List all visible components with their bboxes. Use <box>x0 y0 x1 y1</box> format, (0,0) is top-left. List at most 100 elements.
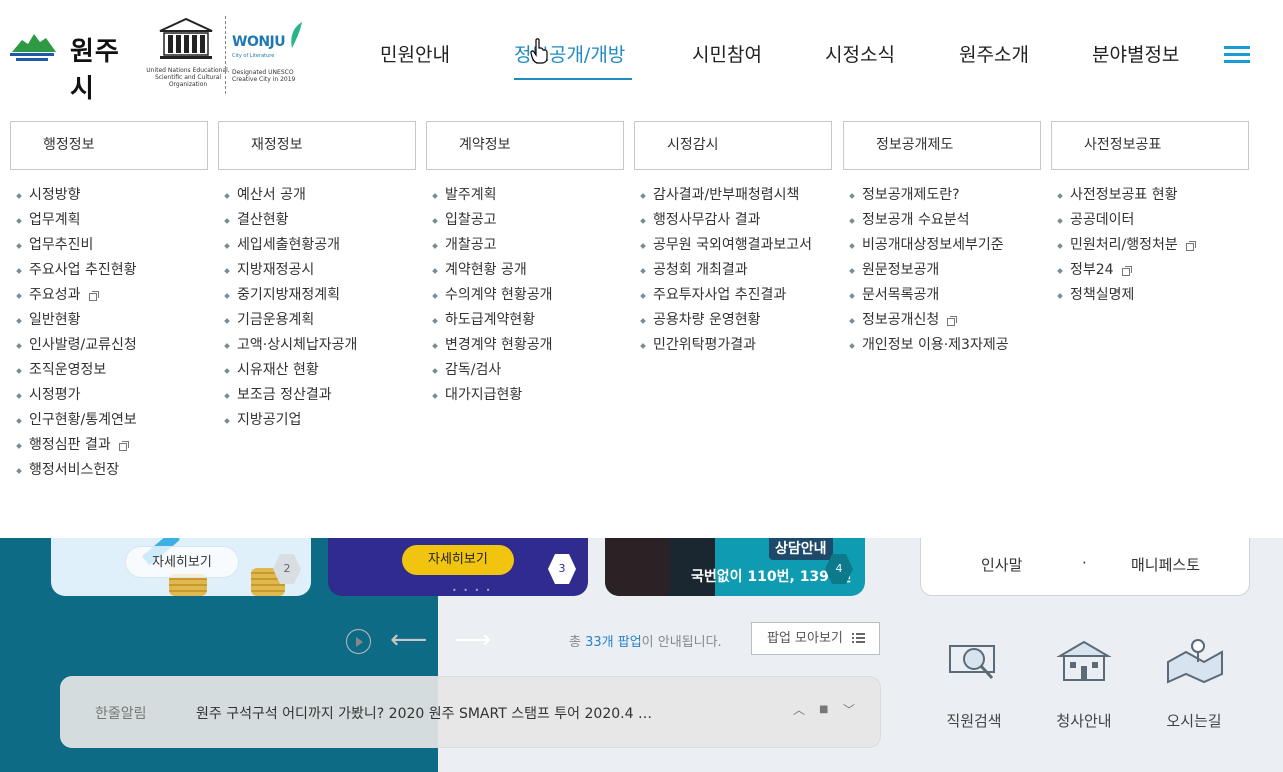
menu-item[interactable]: 주요투자사업 추진결과 <box>640 287 832 312</box>
menu-column-title[interactable]: 재정정보 <box>218 121 416 170</box>
menu-item[interactable]: 중기지방재정계획 <box>224 287 416 312</box>
menu-item[interactable]: 지방공기업 <box>224 412 416 437</box>
menu-item-label: 보조금 정산결과 <box>237 387 332 403</box>
menu-item[interactable]: 문서목록공개 <box>849 287 1041 312</box>
menu-column-title[interactable]: 정보공개제도 <box>843 121 1041 170</box>
next-arrow-icon[interactable]: ⟶ <box>454 626 491 654</box>
menu-item-label: 행정서비스헌장 <box>29 462 120 478</box>
chevron-up-icon[interactable]: ︿ <box>793 701 805 718</box>
menu-item[interactable]: 원문정보공개 <box>849 262 1041 287</box>
menu-item[interactable]: 공청회 개최결과 <box>640 262 832 287</box>
menu-item[interactable]: 공공데이터 <box>1057 212 1249 237</box>
menu-item[interactable]: 감사결과/반부패청렴시책 <box>640 187 832 212</box>
manifesto-link[interactable]: 매니페스토 <box>1131 554 1200 575</box>
menu-item-label: 정부24 <box>1070 262 1114 278</box>
active-nav-underline <box>514 78 632 80</box>
menu-item[interactable]: 개찰공고 <box>432 237 624 262</box>
menu-column-title[interactable]: 시정감시 <box>634 121 832 170</box>
map-pin-icon <box>1167 639 1223 684</box>
menu-column-title[interactable]: 사전정보공표 <box>1051 121 1249 170</box>
menu-item[interactable]: 기금운용계획 <box>224 312 416 337</box>
menu-item[interactable]: 계약현황 공개 <box>432 262 624 287</box>
menu-item[interactable]: 민간위탁평가결과 <box>640 337 832 362</box>
menu-item-label: 업무추진비 <box>29 237 94 253</box>
quick-link-directions[interactable]: 오시는길 <box>1149 636 1239 731</box>
slider-controls: ⟵ ⟶ <box>346 626 506 656</box>
quick-link-city-hall[interactable]: 청사안내 <box>1039 636 1129 731</box>
menu-item[interactable]: 고액·상시체납자공개 <box>224 337 416 362</box>
stop-icon[interactable]: ■ <box>819 704 828 715</box>
menu-item-label: 시유재산 현황 <box>237 362 319 378</box>
menu-item[interactable]: 행정사무감사 결과 <box>640 212 832 237</box>
menu-item-label: 정책실명제 <box>1070 287 1135 303</box>
menu-item[interactable]: 정보공개제도란? <box>849 187 1041 212</box>
menu-item[interactable]: 감독/검사 <box>432 362 624 387</box>
menu-item[interactable]: 지방재정공시 <box>224 262 416 287</box>
menu-item[interactable]: 예산서 공개 <box>224 187 416 212</box>
menu-item[interactable]: 공용차량 운영현황 <box>640 312 832 337</box>
menu-column-title[interactable]: 행정정보 <box>10 121 208 170</box>
chevron-down-icon[interactable]: ﹀ <box>843 701 855 718</box>
menu-column-title[interactable]: 계약정보 <box>426 121 624 170</box>
hand-cursor-icon <box>530 38 548 64</box>
menu-item[interactable]: 인구현황/통계연보 <box>16 412 208 437</box>
popup-card-4[interactable]: 상담안내 국번없이 110번, 1398번 4 <box>605 538 865 596</box>
notice-text[interactable]: 원주 구석구석 어디까지 가봤니? 2020 원주 SMART 스탬프 투어 2… <box>196 703 652 723</box>
quick-link-employee-search[interactable]: 직원검색 <box>929 636 1019 731</box>
play-icon[interactable] <box>346 629 371 654</box>
menu-item[interactable]: 개인정보 이용·제3자제공 <box>849 337 1041 362</box>
menu-item[interactable]: 주요사업 추진현황 <box>16 262 208 287</box>
menu-item[interactable]: 보조금 정산결과 <box>224 387 416 412</box>
menu-item[interactable]: 공무원 국외여행결과보고서 <box>640 237 832 262</box>
site-header: 원주시 United Nations Educational, Scientif… <box>0 0 1283 105</box>
menu-item[interactable]: 정보공개 수요분석 <box>849 212 1041 237</box>
menu-item[interactable]: 정보공개신청 <box>849 312 1041 337</box>
menu-list: 발주계획 입찰공고 개찰공고 계약현황 공개 수의계약 현황공개 하도급계약현황 변경계약 … <box>426 187 624 412</box>
menu-item[interactable]: 민원처리/행정처분 <box>1057 237 1249 262</box>
greeting-link[interactable]: 인사말 <box>981 554 1022 575</box>
popup-card-2[interactable]: 자세히보기 2 <box>51 538 311 596</box>
nav-item-city-news[interactable]: 시정소식 <box>825 40 895 67</box>
detail-button[interactable]: 자세히보기 <box>125 546 239 578</box>
menu-item[interactable]: 시정평가 <box>16 387 208 412</box>
menu-column-audit: 시정감시 감사결과/반부패청렴시책 행정사무감사 결과 공무원 국외여행결과보고서 공… <box>634 121 832 362</box>
menu-item[interactable]: 결산현황 <box>224 212 416 237</box>
menu-item[interactable]: 정부24 <box>1057 262 1249 287</box>
menu-item[interactable]: 인사발령/교류신청 <box>16 337 208 362</box>
menu-item[interactable]: 시정방향 <box>16 187 208 212</box>
menu-item[interactable]: 정책실명제 <box>1057 287 1249 312</box>
hamburger-menu-icon[interactable] <box>1224 44 1252 64</box>
menu-item-label: 민원처리/행정처분 <box>1070 237 1178 253</box>
menu-item[interactable]: 비공개대상정보세부기준 <box>849 237 1041 262</box>
menu-item[interactable]: 조직운영정보 <box>16 362 208 387</box>
menu-item-label: 비공개대상정보세부기준 <box>862 237 1004 253</box>
popup-card-3[interactable]: 자세히보기 • • • • 3 <box>328 538 588 596</box>
nav-item-about-wonju[interactable]: 원주소개 <box>959 40 1029 67</box>
menu-item[interactable]: 업무계획 <box>16 212 208 237</box>
new-window-icon <box>947 316 958 326</box>
nav-item-civil-service[interactable]: 민원안내 <box>380 40 450 67</box>
menu-item[interactable]: 발주계획 <box>432 187 624 212</box>
menu-item[interactable]: 입찰공고 <box>432 212 624 237</box>
menu-item-label: 변경계약 현황공개 <box>445 337 553 353</box>
menu-item[interactable]: 업무추진비 <box>16 237 208 262</box>
nav-item-citizen-participation[interactable]: 시민참여 <box>692 40 762 67</box>
menu-item[interactable]: 대가지급현황 <box>432 387 624 412</box>
wonju-logo[interactable]: 원주시 <box>10 28 130 104</box>
menu-item[interactable]: 사전정보공표 현황 <box>1057 187 1249 212</box>
menu-item[interactable]: 시유재산 현황 <box>224 362 416 387</box>
menu-item[interactable]: 세입세출현황공개 <box>224 237 416 262</box>
detail-button[interactable]: 자세히보기 <box>402 545 514 575</box>
menu-item[interactable]: 행정심판 결과 <box>16 437 208 462</box>
menu-item[interactable]: 일반현황 <box>16 312 208 337</box>
prev-arrow-icon[interactable]: ⟵ <box>390 626 427 654</box>
unesco-temple-icon <box>159 17 213 59</box>
list-icon <box>852 633 865 644</box>
menu-item[interactable]: 변경계약 현황공개 <box>432 337 624 362</box>
menu-item[interactable]: 주요성과 <box>16 287 208 312</box>
popup-collection-button[interactable]: 팝업 모아보기 <box>751 622 880 655</box>
menu-item[interactable]: 하도급계약현황 <box>432 312 624 337</box>
menu-item[interactable]: 행정서비스헌장 <box>16 462 208 487</box>
nav-item-field-info[interactable]: 분야별정보 <box>1092 40 1179 67</box>
menu-item[interactable]: 수의계약 현황공개 <box>432 287 624 312</box>
